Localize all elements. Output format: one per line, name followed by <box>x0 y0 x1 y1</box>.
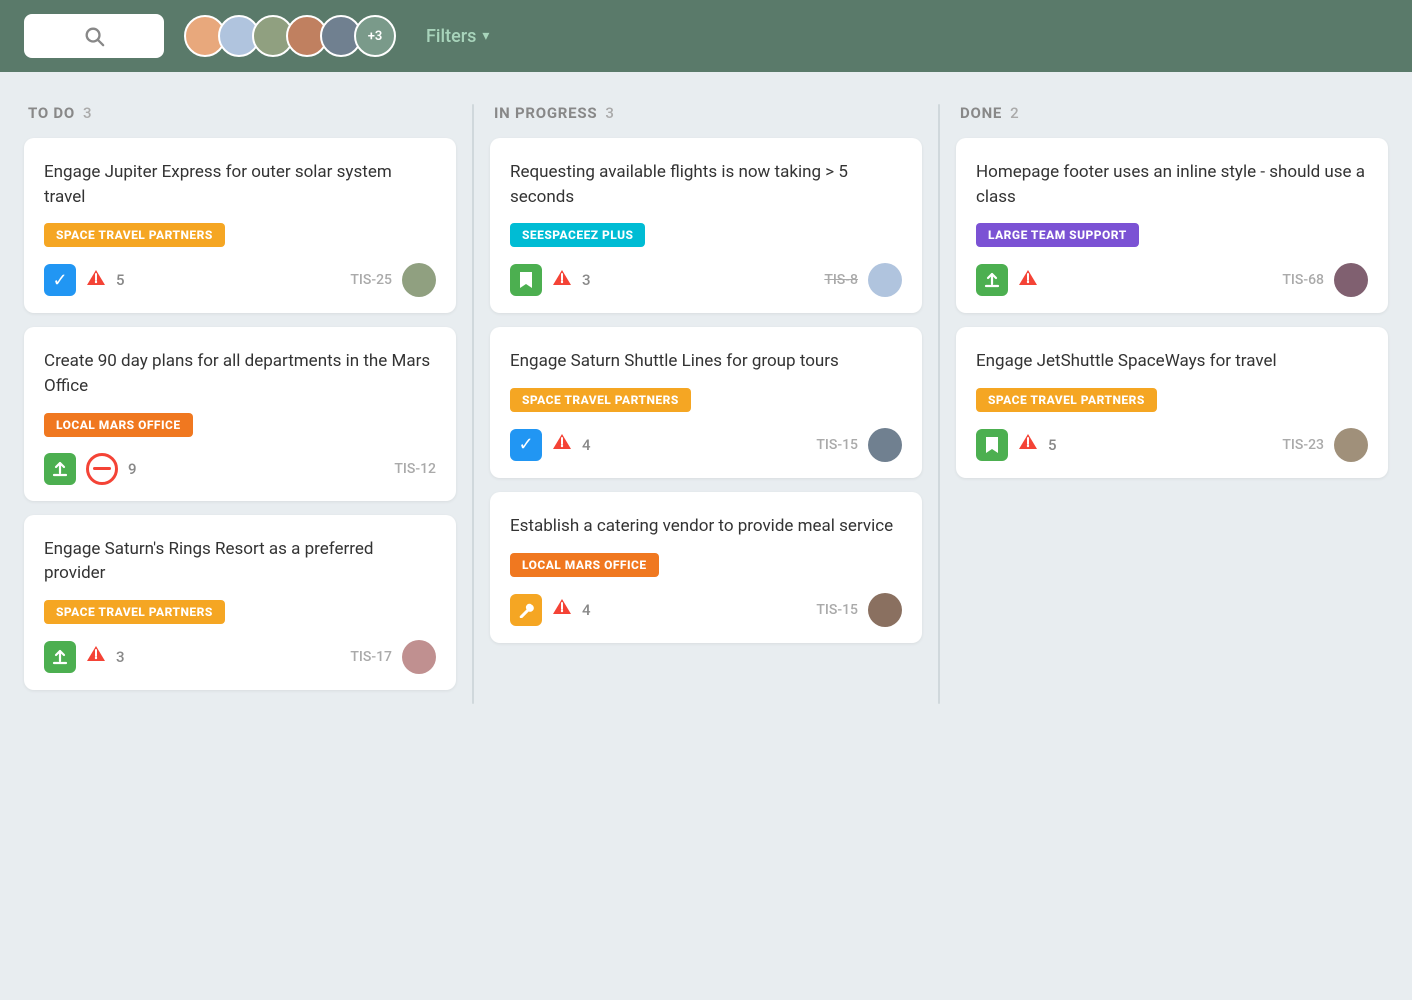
ticket-id: TIS-25 <box>350 272 392 288</box>
column-header: IN PROGRESS 3 <box>490 104 922 138</box>
card-tag: SPACE TRAVEL PARTNERS <box>44 223 225 247</box>
assignee-avatar <box>1334 263 1368 297</box>
column-header: TO DO 3 <box>24 104 456 138</box>
search-box[interactable] <box>24 14 164 58</box>
card-title: Engage Saturn's Rings Resort as a prefer… <box>44 537 436 586</box>
filters-label: Filters <box>426 26 476 47</box>
priority-icon <box>1018 268 1038 293</box>
card-tag: SPACE TRAVEL PARTNERS <box>44 600 225 624</box>
task-card[interactable]: Engage JetShuttle SpaceWays for travel S… <box>956 327 1388 478</box>
comment-count: 3 <box>116 648 125 666</box>
card-tag: SEESPACEEZ PLUS <box>510 223 645 247</box>
header: +3 Filters ▾ <box>0 0 1412 72</box>
assignee-avatar <box>868 263 902 297</box>
upload-icon <box>44 641 76 673</box>
ticket-id: TIS-15 <box>816 602 858 618</box>
comment-count: 4 <box>582 436 591 454</box>
priority-icon <box>552 597 572 622</box>
comment-count: 3 <box>582 271 591 289</box>
card-title: Engage Jupiter Express for outer solar s… <box>44 160 436 209</box>
card-tag: LARGE TEAM SUPPORT <box>976 223 1139 247</box>
card-tag: SPACE TRAVEL PARTNERS <box>976 388 1157 412</box>
card-tag: LOCAL MARS OFFICE <box>44 413 193 437</box>
chevron-down-icon: ▾ <box>482 28 489 44</box>
card-footer: 4 TIS-15 <box>510 593 902 627</box>
checkbox-icon: ✓ <box>510 429 542 461</box>
filters-button[interactable]: Filters ▾ <box>426 26 489 47</box>
card-title: Engage JetShuttle SpaceWays for travel <box>976 349 1368 374</box>
wrench-icon <box>510 594 542 626</box>
card-title: Requesting available flights is now taki… <box>510 160 902 209</box>
card-footer: 5 TIS-23 <box>976 428 1368 462</box>
column-title: TO DO <box>28 104 75 122</box>
ticket-id: TIS-12 <box>394 461 436 477</box>
assignee-avatar <box>868 428 902 462</box>
task-card[interactable]: Engage Saturn Shuttle Lines for group to… <box>490 327 922 478</box>
upload-icon <box>976 264 1008 296</box>
priority-icon <box>1018 432 1038 457</box>
card-footer: ✓ 4 TIS-15 <box>510 428 902 462</box>
column-count: 3 <box>83 104 92 122</box>
ticket-id: TIS-17 <box>350 649 392 665</box>
comment-count: 5 <box>116 271 125 289</box>
upload-icon <box>44 453 76 485</box>
card-tag: SPACE TRAVEL PARTNERS <box>510 388 691 412</box>
card-footer: 9 TIS-12 <box>44 453 436 485</box>
ticket-id: TIS-15 <box>816 437 858 453</box>
ticket-id: TIS-23 <box>1282 437 1324 453</box>
card-title: Homepage footer uses an inline style - s… <box>976 160 1368 209</box>
task-card[interactable]: Engage Jupiter Express for outer solar s… <box>24 138 456 313</box>
assignee-avatar <box>1334 428 1368 462</box>
card-footer: ✓ 5 TIS-25 <box>44 263 436 297</box>
avatar-more: +3 <box>354 15 396 57</box>
task-card[interactable]: Homepage footer uses an inline style - s… <box>956 138 1388 313</box>
task-card[interactable]: Establish a catering vendor to provide m… <box>490 492 922 643</box>
card-title: Create 90 day plans for all departments … <box>44 349 436 398</box>
column-count: 3 <box>605 104 614 122</box>
column-inprogress: IN PROGRESS 3 Requesting available fligh… <box>474 104 938 657</box>
assignee-avatar <box>402 640 436 674</box>
card-footer: 3 TIS-17 <box>44 640 436 674</box>
assignee-avatar <box>868 593 902 627</box>
comment-count: 4 <box>582 601 591 619</box>
task-card[interactable]: Create 90 day plans for all departments … <box>24 327 456 500</box>
column-header: DONE 2 <box>956 104 1388 138</box>
card-footer: TIS-68 <box>976 263 1368 297</box>
no-entry-icon <box>86 453 118 485</box>
card-title: Engage Saturn Shuttle Lines for group to… <box>510 349 902 374</box>
priority-icon <box>86 268 106 293</box>
task-card[interactable]: Engage Saturn's Rings Resort as a prefer… <box>24 515 456 690</box>
priority-icon <box>552 268 572 293</box>
board: TO DO 3 Engage Jupiter Express for outer… <box>0 72 1412 728</box>
assignee-avatar <box>402 263 436 297</box>
card-tag: LOCAL MARS OFFICE <box>510 553 659 577</box>
avatar-group: +3 <box>184 15 396 57</box>
search-icon <box>83 25 105 47</box>
checkbox-icon: ✓ <box>44 264 76 296</box>
column-title: IN PROGRESS <box>494 104 597 122</box>
bookmark-icon <box>510 264 542 296</box>
priority-icon <box>86 644 106 669</box>
priority-icon <box>552 432 572 457</box>
column-title: DONE <box>960 104 1002 122</box>
card-footer: 3 TIS-8 <box>510 263 902 297</box>
bookmark-icon <box>976 429 1008 461</box>
comment-count: 5 <box>1048 436 1057 454</box>
column-count: 2 <box>1010 104 1019 122</box>
task-card[interactable]: Requesting available flights is now taki… <box>490 138 922 313</box>
column-todo: TO DO 3 Engage Jupiter Express for outer… <box>24 104 472 704</box>
comment-count: 9 <box>128 460 137 478</box>
ticket-id: TIS-68 <box>1282 272 1324 288</box>
column-done: DONE 2 Homepage footer uses an inline st… <box>940 104 1388 492</box>
ticket-id: TIS-8 <box>824 272 858 288</box>
card-title: Establish a catering vendor to provide m… <box>510 514 902 539</box>
